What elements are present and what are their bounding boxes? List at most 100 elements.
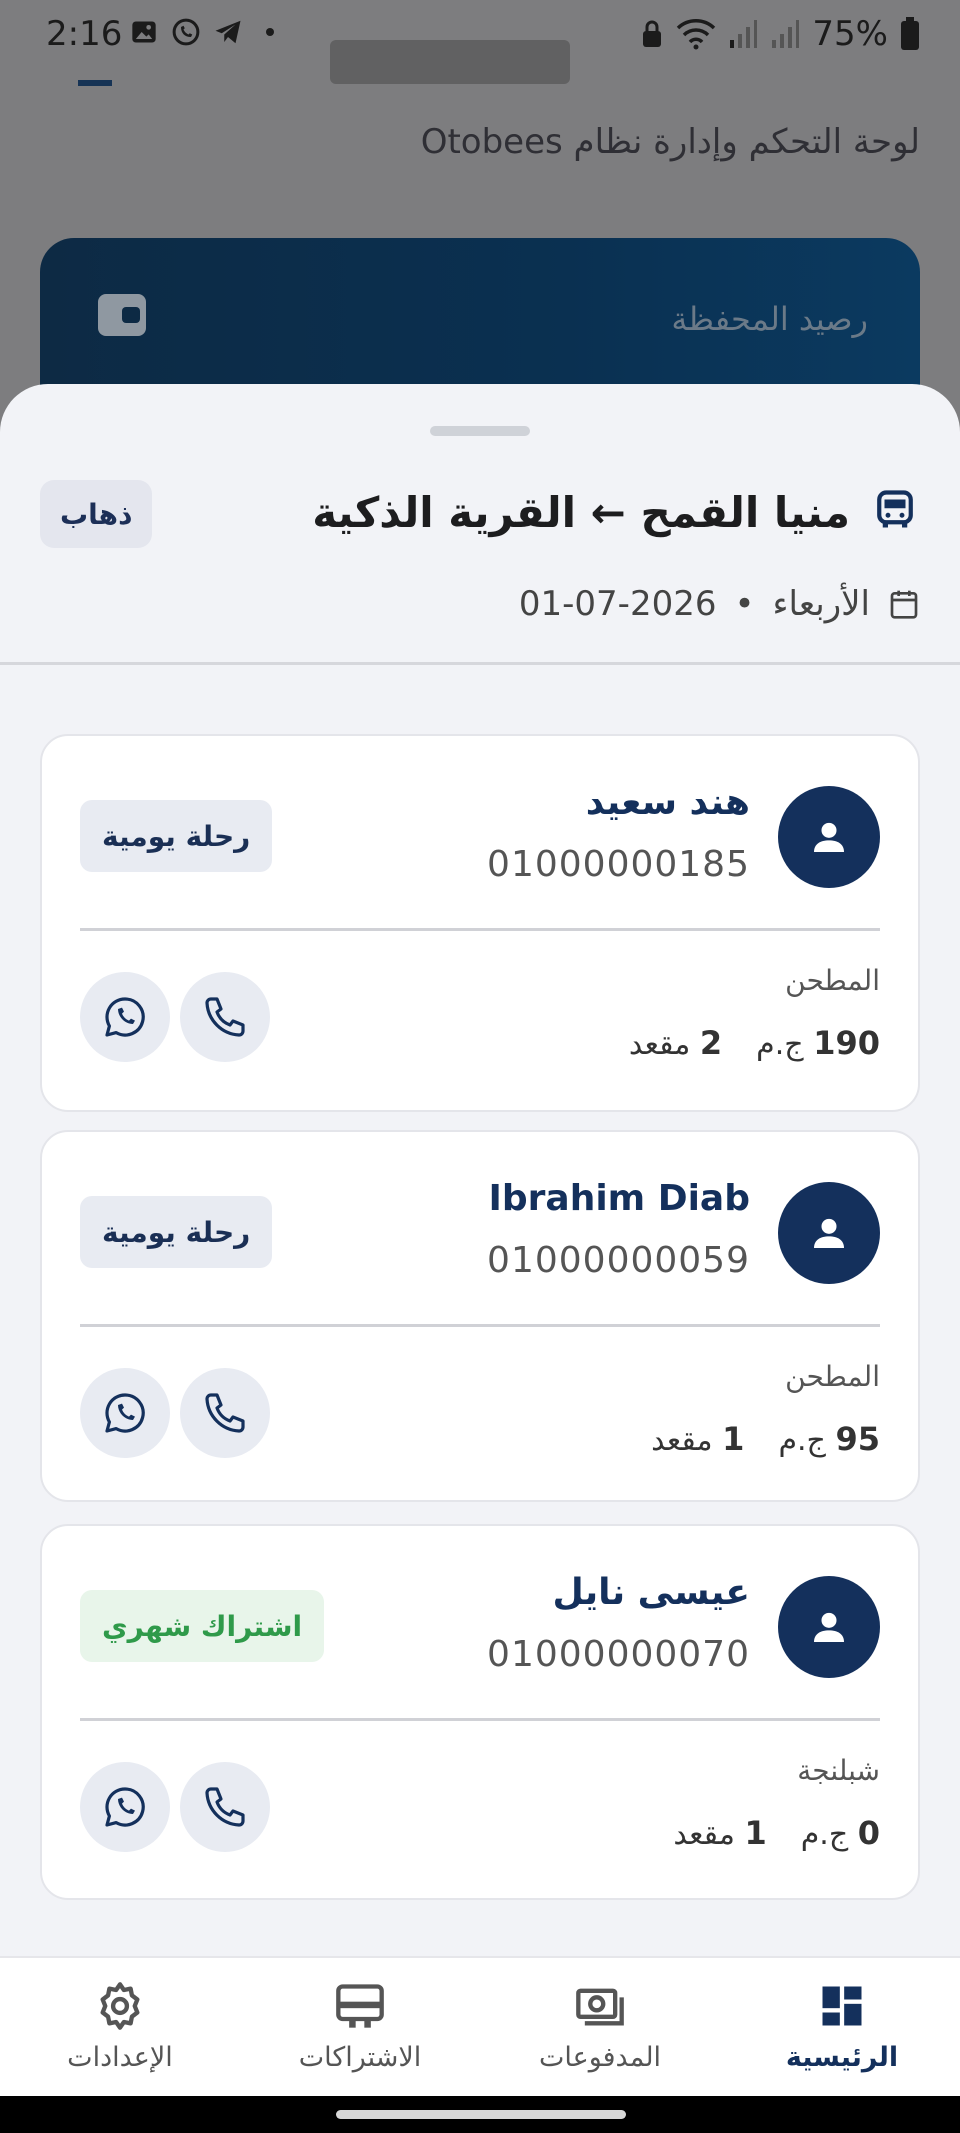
signal-icon-2 [772, 20, 800, 48]
whatsapp-button[interactable] [80, 1762, 170, 1852]
card-divider [80, 1718, 880, 1721]
passenger-name: Ibrahim Diab [488, 1178, 750, 1219]
whatsapp-icon [170, 16, 202, 48]
seat-count-group: 1 مقعد [673, 1814, 766, 1852]
passenger-phone: 01000000070 [487, 1634, 750, 1675]
avatar [778, 786, 880, 888]
nav-home[interactable]: الرئيسية [742, 1980, 942, 2073]
status-notification-icons [128, 16, 286, 48]
signal-icon [730, 20, 758, 48]
sheet-divider [0, 662, 960, 665]
passenger-name: هند سعيد [585, 782, 750, 823]
fare-group: 190 ج.م [756, 1024, 880, 1062]
nav-home-label: الرئيسية [785, 2042, 899, 2073]
direction-chip[interactable]: ذهاب [40, 480, 153, 548]
passenger-phone: 01000000185 [487, 844, 750, 885]
trip-bottom-sheet: منيا القمح ← القرية الذكية ذهاب الأربعاء… [0, 384, 960, 1956]
subscriptions-icon [336, 1984, 384, 2028]
passenger-card[interactable]: هند سعيد 01000000185 رحلة يومية المطحن 2… [40, 734, 920, 1112]
bus-icon [877, 490, 913, 528]
call-button[interactable] [180, 1368, 270, 1458]
seat-count: 1 [744, 1814, 767, 1852]
person-icon [814, 822, 844, 852]
passenger-name: عيسى نايل [552, 1572, 750, 1613]
sheet-header: منيا القمح ← القرية الذكية ذهاب الأربعاء… [0, 384, 960, 664]
fare-amount: 190 [813, 1024, 880, 1062]
passenger-phone: 01000000059 [487, 1240, 750, 1281]
seats-and-price: 1 مقعد 0 ج.م [673, 1814, 880, 1852]
trip-type-badge: اشتراك شهري [80, 1590, 325, 1662]
route-title: منيا القمح ← القرية الذكية [312, 488, 850, 537]
status-system-icons: 75% [640, 14, 920, 54]
whatsapp-icon [105, 1787, 145, 1827]
fare-amount: 95 [835, 1420, 880, 1458]
nav-subscriptions-label: الاشتراكات [298, 2042, 422, 2073]
whatsapp-button[interactable] [80, 972, 170, 1062]
battery-icon [901, 17, 919, 50]
wallet-label: رصيد المحفظة [671, 300, 868, 338]
pickup-stop: المطحن [785, 1360, 880, 1393]
bottom-navigation: الرئيسية المدفوعات الاشتراكات الإعدادات [0, 1956, 960, 2096]
phone-icon [205, 1787, 245, 1827]
card-divider [80, 1324, 880, 1327]
nav-subscriptions[interactable]: الاشتراكات [260, 1980, 460, 2073]
wifi-icon [677, 19, 716, 50]
seat-label: مقعد [673, 1817, 735, 1852]
seats-and-price: 1 مقعد 95 ج.م [651, 1420, 880, 1458]
fare-group: 95 ج.م [778, 1420, 880, 1458]
seat-label: مقعد [628, 1027, 691, 1062]
lock-icon [643, 20, 662, 47]
passenger-card[interactable]: عيسى نايل 01000000070 اشتراك شهري شبلنجة… [40, 1524, 920, 1900]
pickup-stop: شبلنجة [797, 1754, 880, 1787]
nav-settings-label: الإعدادات [67, 2042, 173, 2073]
dashboard-subtitle: لوحة التحكم وإدارة نظام Otobees [420, 122, 920, 162]
avatar [778, 1182, 880, 1284]
card-divider [80, 928, 880, 931]
nav-payments[interactable]: المدفوعات [500, 1980, 700, 2073]
trip-type-badge: رحلة يومية [80, 800, 273, 872]
seat-count-group: 2 مقعد [629, 1024, 722, 1062]
telegram-icon [212, 16, 244, 48]
fare-amount: 0 [857, 1814, 880, 1852]
trip-type-badge: رحلة يومية [80, 1196, 273, 1268]
passenger-card[interactable]: Ibrahim Diab 01000000059 رحلة يومية المط… [40, 1130, 920, 1502]
currency: ج.م [756, 1027, 804, 1062]
payments-icon [576, 1988, 624, 2026]
gear-icon [100, 1982, 140, 2030]
whatsapp-icon [105, 997, 145, 1037]
currency: ج.م [800, 1817, 849, 1852]
whatsapp-button[interactable] [80, 1368, 170, 1458]
system-gesture-bar [0, 2096, 960, 2133]
date-separator: • [734, 584, 755, 624]
image-icon [128, 16, 160, 48]
seat-count: 1 [722, 1420, 745, 1458]
phone-icon [205, 997, 245, 1037]
nav-settings[interactable]: الإعدادات [20, 1980, 220, 2073]
dashboard-icon [822, 1986, 862, 2026]
trip-date-row: الأربعاء • 01-07-2026 [519, 584, 920, 624]
person-icon [814, 1218, 844, 1248]
home-gesture-pill[interactable] [336, 2110, 626, 2119]
whatsapp-icon [105, 1393, 145, 1433]
dot-icon [254, 16, 286, 48]
pickup-stop: المطحن [785, 964, 880, 997]
nav-payments-label: المدفوعات [538, 2042, 662, 2073]
call-button[interactable] [180, 972, 270, 1062]
seat-label: مقعد [651, 1423, 713, 1458]
trip-date: 01-07-2026 [518, 584, 717, 624]
calendar-icon [890, 590, 918, 619]
seat-count: 2 [699, 1024, 723, 1062]
trip-day: الأربعاء [772, 584, 870, 624]
currency: ج.م [778, 1423, 826, 1458]
status-time: 2:16 [46, 14, 123, 54]
wallet-icon [98, 294, 146, 336]
battery-percent: 75% [812, 14, 888, 54]
call-button[interactable] [180, 1762, 270, 1852]
seats-and-price: 2 مقعد 190 ج.م [629, 1024, 880, 1062]
fare-group: 0 ج.م [801, 1814, 880, 1852]
person-icon [814, 1612, 844, 1642]
seat-count-group: 1 مقعد [651, 1420, 744, 1458]
avatar [778, 1576, 880, 1678]
status-bar: 2:16 75% [0, 0, 960, 70]
phone-icon [205, 1393, 245, 1433]
